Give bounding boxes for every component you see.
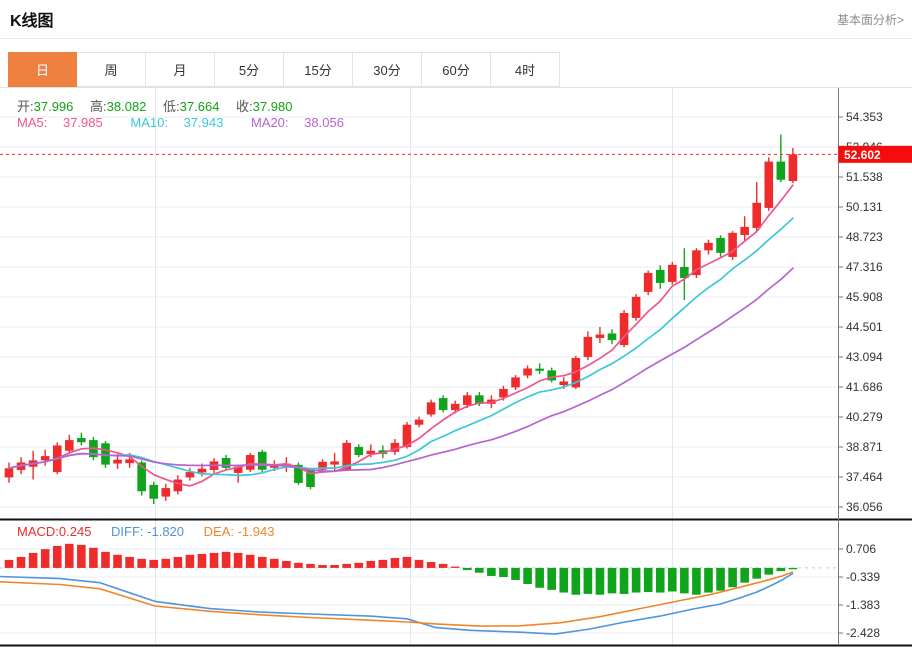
- low-value: 37.664: [180, 99, 220, 114]
- high-value: 38.082: [107, 99, 147, 114]
- ma10-value: MA10: 37.943: [130, 115, 235, 130]
- price-axis-labels: 54.35352.94651.53850.13148.72347.31645.9…: [838, 110, 883, 514]
- axis-tick-label: 36.056: [846, 500, 883, 514]
- diff-value: DIFF: -1.820: [111, 524, 184, 539]
- close-value: 37.980: [253, 99, 293, 114]
- macd-value: MACD:0.245: [17, 524, 91, 539]
- ma-info: MA5: 37.985 MA10: 37.943 MA20: 38.056: [17, 115, 368, 130]
- axis-tick-label: 51.538: [846, 170, 883, 184]
- low-label: 低:: [163, 99, 180, 114]
- current-price-badge: 52.602: [839, 146, 912, 163]
- axis-tick-label: 43.094: [846, 350, 883, 364]
- axis-tick-label: 47.316: [846, 260, 883, 274]
- candles-group: [5, 135, 797, 505]
- ma20-value: MA20: 38.056: [251, 115, 356, 130]
- ma5-line: [9, 185, 793, 486]
- axis-tick-label: -2.428: [846, 626, 880, 640]
- dea-value: DEA: -1.943: [204, 524, 275, 539]
- macd-axis-labels: 0.706 -0.339 -1.383 -2.428: [838, 542, 880, 640]
- current-price-value: 52.602: [844, 148, 881, 162]
- pane-borders: [0, 88, 912, 646]
- close-label: 收:: [236, 99, 253, 114]
- axis-tick-label: 40.279: [846, 410, 883, 424]
- axis-tick-label: -0.339: [846, 570, 880, 584]
- axis-tick-label: 41.686: [846, 380, 883, 394]
- high-label: 高:: [90, 99, 107, 114]
- axis-tick-label: 0.706: [846, 542, 876, 556]
- ma5-value: MA5: 37.985: [17, 115, 115, 130]
- axis-tick-label: 54.353: [846, 110, 883, 124]
- open-value: 37.996: [34, 99, 74, 114]
- macd-info: MACD:0.245 DIFF: -1.820 DEA: -1.943: [17, 524, 290, 539]
- ohlc-info: 开:37.996 高:38.082 低:37.664 收:37.980: [17, 96, 305, 115]
- axis-tick-label: 45.908: [846, 290, 883, 304]
- axis-tick-label: -1.383: [846, 598, 880, 612]
- open-label: 开:: [17, 99, 34, 114]
- axis-tick-label: 38.871: [846, 440, 883, 454]
- kline-app: K线图 基本面分析> 日周月5分15分30分60分4时 54.35352.946…: [0, 0, 912, 653]
- axis-tick-label: 44.501: [846, 320, 883, 334]
- ma10-line: [9, 218, 793, 475]
- ma20-line: [9, 268, 793, 471]
- axis-tick-label: 48.723: [846, 230, 883, 244]
- axis-tick-label: 50.131: [846, 200, 883, 214]
- macd-histogram: [5, 544, 797, 595]
- axis-tick-label: 37.464: [846, 470, 883, 484]
